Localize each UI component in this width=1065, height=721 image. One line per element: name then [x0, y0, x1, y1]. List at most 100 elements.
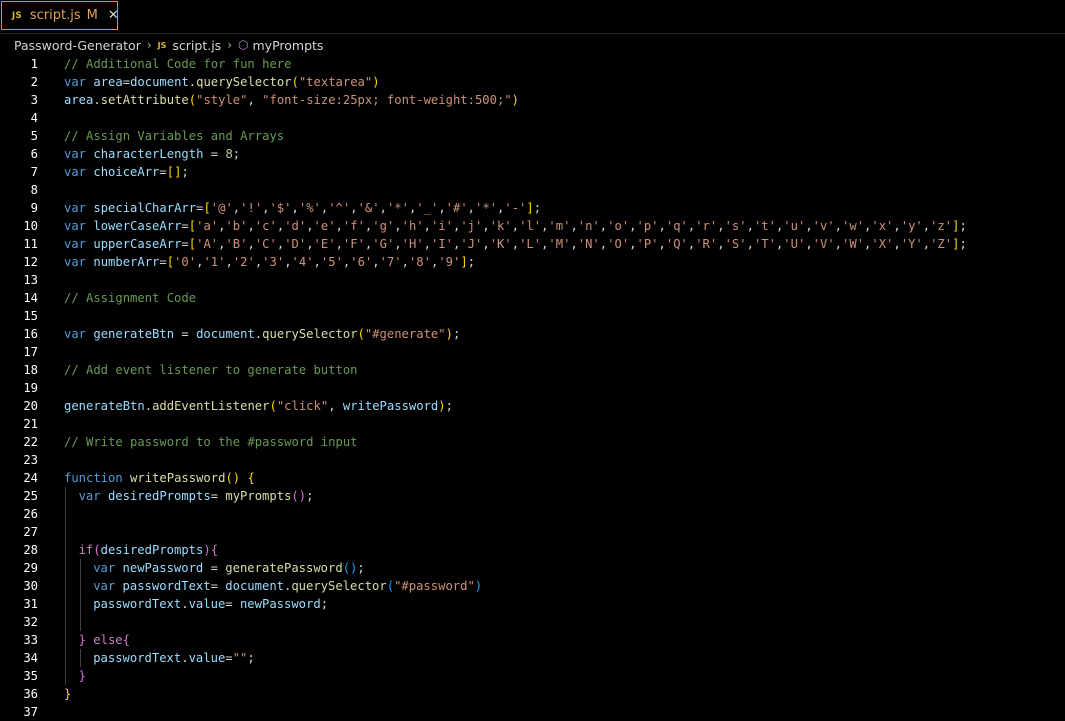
code-token: , — [658, 237, 666, 251]
code-token: , — [401, 255, 409, 269]
line-number: 31 — [23, 597, 38, 611]
code-line[interactable]: 25 var desiredPrompts= myPrompts(); — [0, 487, 1065, 505]
indent-guide — [65, 541, 66, 559]
code-line[interactable]: 32 — [0, 613, 1065, 631]
code-token: var — [64, 201, 94, 215]
code-line[interactable]: 21 — [0, 415, 1065, 433]
code-token: ; — [959, 237, 967, 251]
code-line[interactable]: 2 var area=document.querySelector("textar… — [0, 73, 1065, 91]
line-number: 5 — [30, 129, 38, 143]
code-token: , — [746, 219, 754, 233]
code-token: value — [188, 651, 226, 665]
line-number: 10 — [23, 219, 38, 233]
code-token: // Assign Variables and Arrays — [64, 129, 285, 143]
code-text: var specialCharArr=['@','!','$','%','^',… — [64, 199, 541, 217]
code-line[interactable]: 35} — [0, 667, 1065, 685]
code-token: , — [306, 237, 314, 251]
code-token: 'L' — [519, 237, 542, 251]
code-line[interactable]: 15 — [0, 307, 1065, 325]
code-line[interactable]: 36} — [0, 685, 1065, 703]
code-token: , — [834, 219, 843, 233]
code-token: () — [291, 489, 307, 503]
code-line[interactable]: 28 if(desiredPrompts){ — [0, 541, 1065, 559]
code-token: 'S' — [724, 237, 747, 251]
code-token: ) — [445, 327, 453, 341]
code-text: // Write password to the #password input — [64, 433, 358, 451]
code-line[interactable]: 13 — [0, 271, 1065, 289]
code-token: } — [64, 687, 72, 701]
line-number: 19 — [23, 381, 38, 395]
code-line[interactable]: 30 var passwordText= document.querySelect… — [0, 577, 1065, 595]
code-line[interactable]: 20 generateBtn.addEventListener("click", … — [0, 397, 1065, 415]
code-editor[interactable]: 1 // Additional Code for fun here 2 var are… — [0, 55, 1065, 721]
code-token: , — [511, 219, 520, 233]
code-line[interactable]: 16 var generateBtn = document.querySelect… — [0, 325, 1065, 343]
code-token: 'd' — [284, 219, 307, 233]
code-line[interactable]: 6 var characterLength = 8; — [0, 145, 1065, 163]
code-line[interactable]: 29 var newPassword = generatePassword(); — [0, 559, 1065, 577]
code-line[interactable]: 18 // Add event listener to generate butt… — [0, 361, 1065, 379]
code-token: , — [893, 219, 901, 233]
code-token: = — [159, 255, 167, 269]
code-line[interactable]: 24 function writePassword() { — [0, 469, 1065, 487]
code-token: var — [93, 561, 123, 575]
breadcrumb-item-file[interactable]: script.js — [172, 38, 221, 53]
code-line[interactable]: 26 — [0, 505, 1065, 523]
code-token: ; — [247, 651, 255, 665]
code-token: querySelector — [196, 75, 292, 89]
code-token: ; — [467, 255, 476, 269]
code-line[interactable]: 11 var upperCaseArr=['A','B','C','D','E',… — [0, 235, 1065, 253]
code-line[interactable]: 34 passwordText.value=""; — [0, 649, 1065, 667]
code-token: var — [93, 579, 123, 593]
code-line[interactable]: 23 — [0, 451, 1065, 469]
code-token: [ — [203, 201, 211, 215]
code-line[interactable]: 33} else{ — [0, 631, 1065, 649]
code-line[interactable]: 27 — [0, 523, 1065, 541]
code-token: 'k' — [489, 219, 512, 233]
code-token: 'D' — [284, 237, 307, 251]
code-line[interactable]: 7 var choiceArr=[]; — [0, 163, 1065, 181]
line-number: 22 — [23, 435, 38, 449]
code-token: var — [64, 255, 94, 269]
code-line[interactable]: 10 var lowerCaseArr=['a','b','c','d','e',… — [0, 217, 1065, 235]
code-line[interactable]: 8 — [0, 181, 1065, 199]
code-line[interactable]: 5 // Assign Variables and Arrays — [0, 127, 1065, 145]
code-line[interactable]: 37 — [0, 703, 1065, 721]
code-token: lowerCaseArr — [93, 219, 182, 233]
code-token: ) — [203, 543, 211, 557]
code-token: , — [511, 237, 520, 251]
code-token: , — [291, 201, 299, 215]
code-line[interactable]: 9 var specialCharArr=['@','!','$','%','^'… — [0, 199, 1065, 217]
code-line[interactable]: 17 — [0, 343, 1065, 361]
code-token: // Write password to the #password input — [64, 435, 358, 449]
code-line[interactable]: 1 // Additional Code for fun here — [0, 55, 1065, 73]
code-line[interactable]: 4 — [0, 109, 1065, 127]
code-token: ; — [959, 219, 967, 233]
code-line[interactable]: 14 // Assignment Code — [0, 289, 1065, 307]
line-number: 21 — [23, 417, 38, 431]
code-line[interactable]: 31 passwordText.value= newPassword; — [0, 595, 1065, 613]
code-token: "click" — [276, 399, 329, 413]
close-icon[interactable]: ✕ — [108, 8, 119, 23]
code-token: "font-size:25px; font-weight:500;" — [262, 93, 512, 107]
tab-script-js[interactable]: JS script.js M ✕ — [1, 1, 119, 30]
breadcrumb-item-symbol[interactable]: myPrompts — [253, 38, 324, 53]
code-token: , — [328, 399, 343, 413]
code-line[interactable]: 12 var numberArr=['0','1','2','3','4','5'… — [0, 253, 1065, 271]
code-token: = — [203, 147, 226, 161]
code-token: , — [482, 219, 490, 233]
code-token: var — [64, 219, 94, 233]
code-token: , — [262, 201, 270, 215]
code-token: ; — [232, 147, 241, 161]
code-line[interactable]: 19 — [0, 379, 1065, 397]
code-token: 'b' — [225, 219, 248, 233]
code-token: () — [225, 471, 241, 485]
code-token: 'f' — [342, 219, 365, 233]
code-token: '6' — [350, 255, 373, 269]
code-token: , — [284, 255, 292, 269]
breadcrumb-item-folder[interactable]: Password-Generator — [14, 38, 141, 53]
code-line[interactable]: 3 area.setAttribute("style", "font-size:2… — [0, 91, 1065, 109]
code-token: 't' — [753, 219, 776, 233]
code-token: , — [394, 237, 402, 251]
code-line[interactable]: 22 // Write password to the #password inp… — [0, 433, 1065, 451]
